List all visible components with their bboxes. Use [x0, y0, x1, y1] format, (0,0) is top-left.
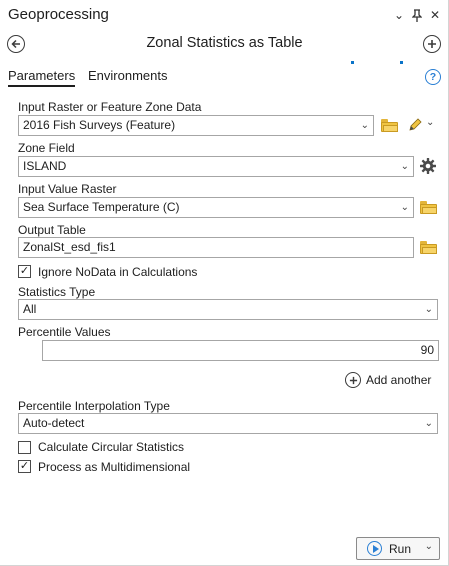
- statistics-type-dropdown[interactable]: All ⌄: [18, 299, 438, 320]
- percentile-value: 90: [420, 343, 434, 357]
- pin-icon[interactable]: [409, 6, 425, 24]
- pencil-menu-chevron-icon[interactable]: ⌄: [426, 117, 434, 128]
- circular-stats-checkbox[interactable]: [18, 441, 31, 454]
- ignore-nodata-label: Ignore NoData in Calculations: [38, 265, 198, 279]
- add-circle-icon: [345, 372, 361, 388]
- interpolation-value: Auto-detect: [23, 416, 85, 430]
- zone-field-value: ISLAND: [23, 159, 67, 173]
- folder-icon[interactable]: [420, 201, 437, 214]
- add-another-label: Add another: [366, 373, 432, 387]
- interpolation-label: Percentile Interpolation Type: [18, 399, 170, 413]
- run-button[interactable]: Run ⌄: [356, 537, 440, 560]
- circular-stats-label: Calculate Circular Statistics: [38, 440, 185, 454]
- statistics-type-label: Statistics Type: [18, 285, 96, 299]
- value-raster-value: Sea Surface Temperature (C): [23, 200, 180, 214]
- run-icon: [367, 541, 382, 556]
- value-raster-dropdown[interactable]: Sea Surface Temperature (C) ⌄: [18, 197, 414, 218]
- chevron-down-icon: ⌄: [360, 120, 369, 131]
- pane-menu-icon[interactable]: ⌄: [391, 6, 407, 24]
- percentile-value-input[interactable]: 90: [42, 340, 439, 361]
- folder-icon[interactable]: [381, 119, 398, 132]
- input-zone-label: Input Raster or Feature Zone Data: [18, 100, 202, 114]
- chevron-down-icon: ⌄: [400, 161, 409, 172]
- multidimensional-checkbox[interactable]: ✓: [18, 460, 31, 473]
- pane-title: Geoprocessing: [8, 6, 109, 23]
- folder-icon[interactable]: [420, 241, 437, 254]
- interpolation-dropdown[interactable]: Auto-detect ⌄: [18, 413, 438, 434]
- chevron-down-icon: ⌄: [424, 418, 433, 429]
- gear-icon[interactable]: [419, 157, 437, 175]
- ignore-nodata-checkbox[interactable]: ✓: [18, 265, 31, 278]
- run-menu-chevron-icon[interactable]: ⌄: [425, 541, 433, 552]
- tab-parameters[interactable]: Parameters: [8, 68, 76, 87]
- add-another-button[interactable]: Add another: [345, 372, 431, 388]
- chevron-down-icon: ⌄: [400, 202, 409, 213]
- output-table-label: Output Table: [18, 223, 86, 237]
- input-zone-value: 2016 Fish Surveys (Feature): [23, 118, 176, 132]
- percentile-values-label: Percentile Values: [18, 325, 111, 339]
- zone-field-dropdown[interactable]: ISLAND ⌄: [18, 156, 414, 177]
- zone-field-label: Zone Field: [18, 141, 75, 155]
- output-table-input[interactable]: ZonalSt_esd_fis1: [18, 237, 414, 258]
- run-label: Run: [389, 541, 412, 556]
- progress-dot: [351, 61, 354, 64]
- add-circle-icon[interactable]: [423, 35, 441, 53]
- help-icon[interactable]: ?: [425, 69, 441, 85]
- chevron-down-icon: ⌄: [424, 304, 433, 315]
- output-table-value: ZonalSt_esd_fis1: [23, 240, 116, 254]
- tab-environments[interactable]: Environments: [88, 68, 167, 83]
- multidimensional-label: Process as Multidimensional: [38, 460, 191, 474]
- pencil-icon[interactable]: [407, 117, 423, 133]
- value-raster-label: Input Value Raster: [18, 182, 117, 196]
- statistics-type-value: All: [23, 302, 37, 316]
- tool-title: Zonal Statistics as Table: [146, 35, 303, 51]
- close-icon[interactable]: ✕: [427, 6, 443, 24]
- input-zone-dropdown[interactable]: 2016 Fish Surveys (Feature) ⌄: [18, 115, 374, 136]
- progress-dot: [400, 61, 403, 64]
